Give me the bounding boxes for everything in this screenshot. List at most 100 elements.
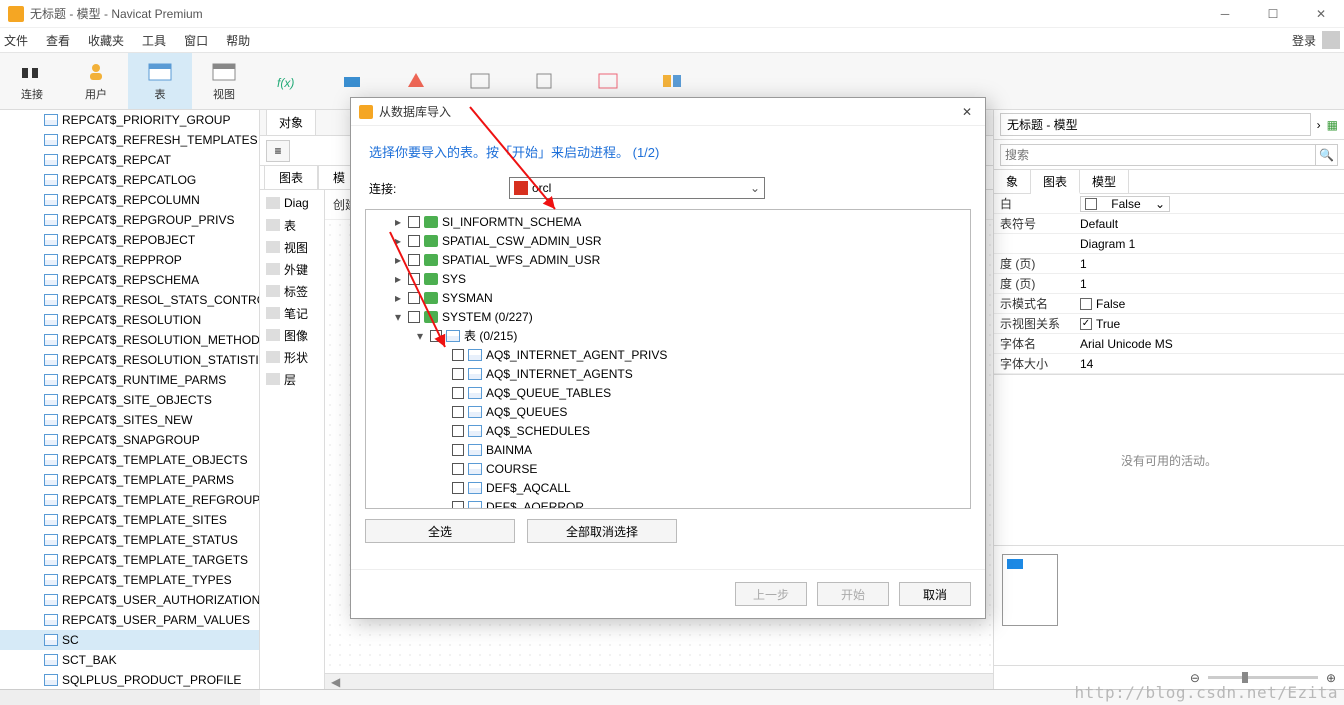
- tool-table[interactable]: 表: [128, 53, 192, 109]
- tool-connect[interactable]: 连接: [0, 53, 64, 109]
- prop-checkbox[interactable]: ✓: [1080, 318, 1092, 330]
- menu-view[interactable]: 查看: [46, 32, 70, 49]
- minimize-button[interactable]: ─: [1210, 7, 1240, 21]
- expand-icon[interactable]: ▸: [392, 253, 404, 267]
- tree-row[interactable]: ▸SPATIAL_CSW_ADMIN_USR: [366, 231, 970, 250]
- table-row[interactable]: REPCAT$_RESOLUTION_METHOD: [0, 330, 259, 350]
- nav-item[interactable]: 笔记: [262, 304, 322, 322]
- prop-dropdown[interactable]: False⌄: [1080, 196, 1170, 212]
- deselect-all-button[interactable]: 全部取消选择: [527, 519, 677, 543]
- table-row[interactable]: REPCAT$_PRIORITY_GROUP: [0, 110, 259, 130]
- maximize-button[interactable]: ☐: [1258, 7, 1288, 21]
- table-row[interactable]: REPCAT$_SITES_NEW: [0, 410, 259, 430]
- table-row[interactable]: REPCAT$_SITE_OBJECTS: [0, 390, 259, 410]
- table-row[interactable]: REPCAT$_USER_AUTHORIZATIONS: [0, 590, 259, 610]
- table-row[interactable]: REPCAT$_REPGROUP_PRIVS: [0, 210, 259, 230]
- tool-user[interactable]: 用户: [64, 53, 128, 109]
- nav-item[interactable]: 表: [262, 216, 322, 234]
- tree-row[interactable]: DEF$_AQCALL: [366, 478, 970, 497]
- table-row[interactable]: REPCAT$_REPCOLUMN: [0, 190, 259, 210]
- tree-row[interactable]: ▾SYSTEM (0/227): [366, 307, 970, 326]
- tree-row[interactable]: ▸SPATIAL_WFS_ADMIN_USR: [366, 250, 970, 269]
- table-row[interactable]: REPCAT$_TEMPLATE_TARGETS: [0, 550, 259, 570]
- table-row[interactable]: REPCAT$_TEMPLATE_REFGROUPS: [0, 490, 259, 510]
- checkbox[interactable]: [408, 292, 420, 304]
- nav-item[interactable]: 层: [262, 370, 322, 388]
- tree-row[interactable]: ▸SYS: [366, 269, 970, 288]
- nav-item[interactable]: 标签: [262, 282, 322, 300]
- checkbox[interactable]: [452, 368, 464, 380]
- menu-window[interactable]: 窗口: [184, 32, 208, 49]
- tab-chart-r[interactable]: 图表: [1031, 170, 1080, 194]
- table-row[interactable]: REPCAT$_TEMPLATE_SITES: [0, 510, 259, 530]
- add-icon[interactable]: ▦: [1327, 118, 1338, 132]
- select-all-button[interactable]: 全选: [365, 519, 515, 543]
- checkbox[interactable]: [452, 444, 464, 456]
- expand-icon[interactable]: ▸: [392, 272, 404, 286]
- checkbox[interactable]: [452, 463, 464, 475]
- tree-row[interactable]: COURSE: [366, 459, 970, 478]
- tree-row[interactable]: AQ$_QUEUE_TABLES: [366, 383, 970, 402]
- left-scrollbar[interactable]: [0, 689, 260, 705]
- table-row[interactable]: REPCAT$_RESOLUTION: [0, 310, 259, 330]
- tab-chart[interactable]: 图表: [264, 165, 318, 189]
- checkbox[interactable]: [452, 406, 464, 418]
- close-button[interactable]: ✕: [1306, 7, 1336, 21]
- tree-row[interactable]: BAINMA: [366, 440, 970, 459]
- table-row[interactable]: REPCAT$_TEMPLATE_PARMS: [0, 470, 259, 490]
- checkbox[interactable]: [430, 330, 442, 342]
- tab-model-r[interactable]: 模型: [1080, 170, 1129, 193]
- checkbox[interactable]: [452, 501, 464, 510]
- table-row[interactable]: REPCAT$_USER_PARM_VALUES: [0, 610, 259, 630]
- table-row[interactable]: REPCAT$_REPCATLOG: [0, 170, 259, 190]
- checkbox[interactable]: [408, 235, 420, 247]
- tree-row[interactable]: AQ$_SCHEDULES: [366, 421, 970, 440]
- nav-item[interactable]: Diag: [262, 194, 322, 212]
- search-box[interactable]: 🔍: [1000, 144, 1338, 166]
- expand-icon[interactable]: ▸: [392, 234, 404, 248]
- table-row[interactable]: REPCAT$_TEMPLATE_STATUS: [0, 530, 259, 550]
- table-row[interactable]: REPCAT$_RESOL_STATS_CONTROL: [0, 290, 259, 310]
- table-row[interactable]: REPCAT$_TEMPLATE_TYPES: [0, 570, 259, 590]
- checkbox[interactable]: [408, 216, 420, 228]
- schema-tree[interactable]: ▸SI_INFORMTN_SCHEMA▸SPATIAL_CSW_ADMIN_US…: [365, 209, 971, 509]
- table-row[interactable]: REPCAT$_REPSCHEMA: [0, 270, 259, 290]
- table-row[interactable]: REPCAT$_REPPROP: [0, 250, 259, 270]
- table-row[interactable]: REPCAT$_SNAPGROUP: [0, 430, 259, 450]
- tab-left-cut[interactable]: 象: [994, 170, 1031, 193]
- dialog-close-icon[interactable]: ✕: [957, 105, 977, 119]
- checkbox[interactable]: [452, 425, 464, 437]
- expand-icon[interactable]: ▸: [392, 215, 404, 229]
- h-scrollbar[interactable]: ◀: [325, 673, 993, 689]
- table-row[interactable]: SCT_BAK: [0, 650, 259, 670]
- table-row[interactable]: REPCAT$_REPOBJECT: [0, 230, 259, 250]
- menu-file[interactable]: 文件: [4, 32, 28, 49]
- prop-checkbox[interactable]: [1080, 298, 1092, 310]
- nav-item[interactable]: 外键: [262, 260, 322, 278]
- connection-select[interactable]: orcl ⌄: [509, 177, 765, 199]
- table-row[interactable]: SQLPLUS_PRODUCT_PROFILE: [0, 670, 259, 689]
- checkbox[interactable]: [408, 254, 420, 266]
- checkbox[interactable]: [408, 311, 420, 323]
- tool-fx[interactable]: f(x): [256, 53, 320, 109]
- tree-row[interactable]: ▸SI_INFORMTN_SCHEMA: [366, 212, 970, 231]
- tool-view[interactable]: 视图: [192, 53, 256, 109]
- object-tree[interactable]: REPCAT$_PRIORITY_GROUPREPCAT$_REFRESH_TE…: [0, 110, 260, 689]
- table-row[interactable]: REPCAT$_RUNTIME_PARMS: [0, 370, 259, 390]
- tree-row[interactable]: AQ$_QUEUES: [366, 402, 970, 421]
- menu-help[interactable]: 帮助: [226, 32, 250, 49]
- nav-item[interactable]: 图像: [262, 326, 322, 344]
- menu-fav[interactable]: 收藏夹: [88, 32, 124, 49]
- checkbox[interactable]: [452, 387, 464, 399]
- login-link[interactable]: 登录: [1292, 31, 1340, 49]
- thumbnail[interactable]: [1002, 554, 1058, 626]
- checkbox[interactable]: [452, 482, 464, 494]
- nav-item[interactable]: 视图: [262, 238, 322, 256]
- tab-objects[interactable]: 对象: [266, 109, 316, 135]
- start-button[interactable]: 开始: [817, 582, 889, 606]
- tree-row[interactable]: ▾表 (0/215): [366, 326, 970, 345]
- tree-row[interactable]: AQ$_INTERNET_AGENT_PRIVS: [366, 345, 970, 364]
- expand-icon[interactable]: ▸: [392, 291, 404, 305]
- checkbox[interactable]: [452, 349, 464, 361]
- tree-row[interactable]: ▸SYSMAN: [366, 288, 970, 307]
